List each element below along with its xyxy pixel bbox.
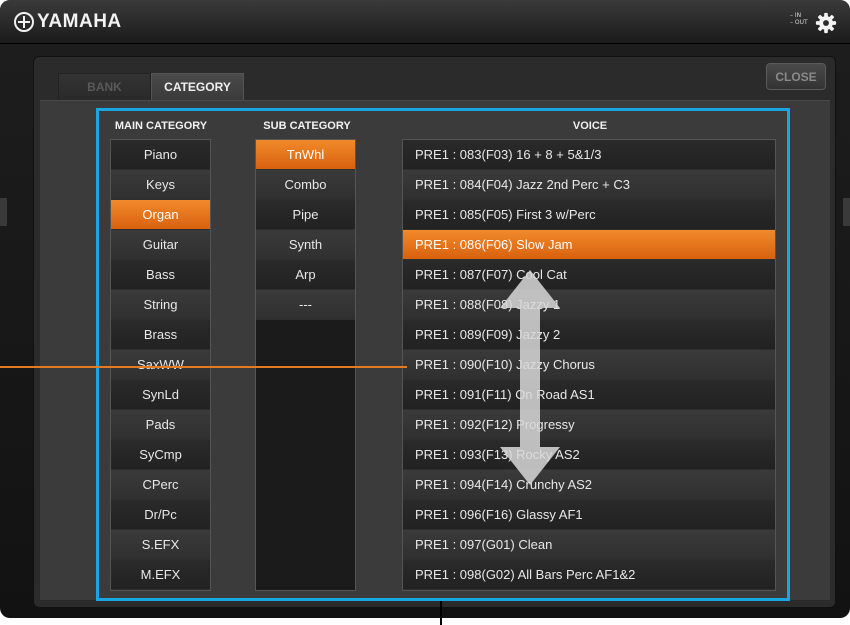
voice-item[interactable]: PRE1 : 091(F11) On Road AS1: [403, 380, 775, 410]
sub-category-item[interactable]: Pipe: [256, 200, 355, 230]
main-category-list: Piano Keys Organ Guitar Bass String Brass SaxWW…: [110, 139, 211, 591]
sub-category-item[interactable]: Arp: [256, 260, 355, 290]
io-out-label: – OUT: [790, 19, 808, 26]
brand-name: YAMAHA: [37, 11, 122, 32]
left-edge-tab: [0, 198, 7, 226]
voice-item[interactable]: PRE1 : 087(F07) Cool Cat: [403, 260, 775, 290]
voice-item[interactable]: PRE1 : 084(F04) Jazz 2nd Perc + C3: [403, 170, 775, 200]
sub-category-header: SUB CATEGORY: [263, 120, 351, 132]
voice-item[interactable]: PRE1 : 098(G02) All Bars Perc AF1&2: [403, 560, 775, 590]
panel-tabs: BANK CATEGORY: [58, 73, 244, 100]
io-indicator: – IN – OUT: [790, 12, 808, 32]
voice-item[interactable]: PRE1 : 086(F06) Slow Jam: [403, 230, 775, 260]
voice-item[interactable]: PRE1 : 090(F10) Jazzy Chorus: [403, 350, 775, 380]
main-category-item[interactable]: SaxWW: [111, 350, 210, 380]
voice-item[interactable]: PRE1 : 093(F13) Rocky AS2: [403, 440, 775, 470]
top-bar: YAMAHA – IN – OUT: [0, 0, 850, 44]
voice-item[interactable]: PRE1 : 097(G01) Clean: [403, 530, 775, 560]
main-category-item[interactable]: Pads: [111, 410, 210, 440]
main-category-item[interactable]: CPerc: [111, 470, 210, 500]
sub-category-item[interactable]: Synth: [256, 230, 355, 260]
main-category-item[interactable]: M.EFX: [111, 560, 210, 590]
main-category-item[interactable]: Guitar: [111, 230, 210, 260]
callout-line-bottom: [440, 601, 442, 625]
sub-category-item[interactable]: TnWhl: [256, 140, 355, 170]
tab-category[interactable]: CATEGORY: [151, 73, 244, 100]
close-button[interactable]: CLOSE: [766, 63, 826, 90]
main-category-item[interactable]: Organ: [111, 200, 210, 230]
voice-item[interactable]: PRE1 : 089(F09) Jazzy 2: [403, 320, 775, 350]
callout-line-left: [0, 366, 407, 368]
app-frame: YAMAHA – IN – OUT BANK CATEGORY CLOSE MA…: [0, 0, 850, 618]
voice-item[interactable]: PRE1 : 088(F08) Jazzy 1: [403, 290, 775, 320]
tab-bank[interactable]: BANK: [58, 73, 151, 100]
yamaha-logo: YAMAHA: [14, 10, 122, 34]
sub-category-item[interactable]: Combo: [256, 170, 355, 200]
voice-header: VOICE: [572, 120, 608, 132]
main-category-item[interactable]: S.EFX: [111, 530, 210, 560]
voice-item[interactable]: PRE1 : 083(F03) 16 + 8 + 5&1/3: [403, 140, 775, 170]
voice-list: PRE1 : 083(F03) 16 + 8 + 5&1/3 PRE1 : 084…: [402, 139, 776, 591]
main-category-item[interactable]: Brass: [111, 320, 210, 350]
main-category-item[interactable]: Piano: [111, 140, 210, 170]
right-edge-tab: [843, 198, 850, 226]
voice-item[interactable]: PRE1 : 094(F14) Crunchy AS2: [403, 470, 775, 500]
main-category-item[interactable]: SyCmp: [111, 440, 210, 470]
voice-item[interactable]: PRE1 : 096(F16) Glassy AF1: [403, 500, 775, 530]
main-category-item[interactable]: String: [111, 290, 210, 320]
up-down-arrow-icon: [500, 270, 560, 485]
voice-item[interactable]: PRE1 : 092(F12) Progressy: [403, 410, 775, 440]
main-category-item[interactable]: SynLd: [111, 380, 210, 410]
sub-category-item[interactable]: ---: [256, 290, 355, 320]
main-category-item[interactable]: Bass: [111, 260, 210, 290]
io-in-label: – IN: [790, 12, 802, 19]
gear-icon[interactable]: [815, 12, 837, 34]
sub-category-list: TnWhl Combo Pipe Synth Arp ---: [255, 139, 356, 591]
voice-item[interactable]: PRE1 : 085(F05) First 3 w/Perc: [403, 200, 775, 230]
yamaha-emblem-icon: [14, 12, 34, 32]
main-category-header: MAIN CATEGORY: [114, 120, 208, 132]
main-category-item[interactable]: Dr/Pc: [111, 500, 210, 530]
main-category-item[interactable]: Keys: [111, 170, 210, 200]
